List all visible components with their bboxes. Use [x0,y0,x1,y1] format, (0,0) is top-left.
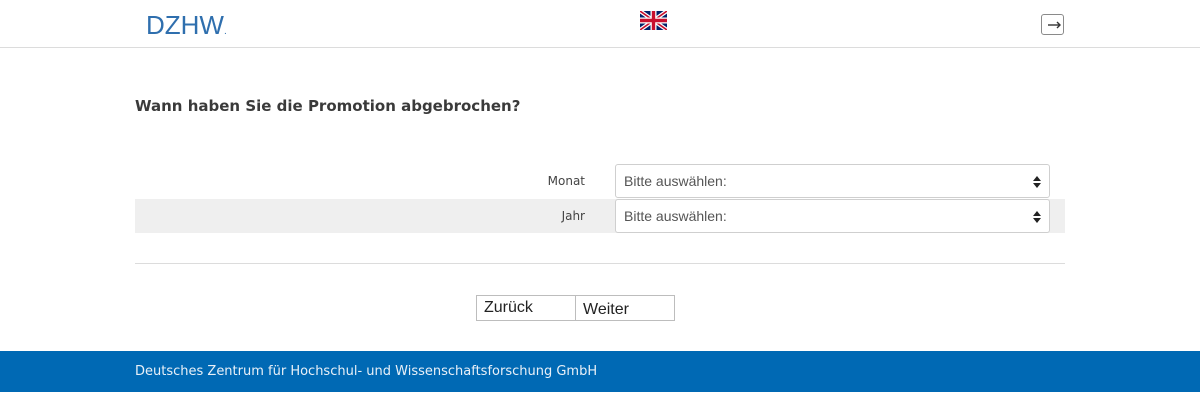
month-select-value: Bitte auswählen: [624,173,727,189]
next-button[interactable]: Weiter [575,295,675,321]
logo-dot: . [223,26,227,37]
year-row: Jahr Bitte auswählen: [135,199,1065,233]
year-label: Jahr [561,209,585,223]
logout-button[interactable] [1041,14,1064,35]
year-select[interactable]: Bitte auswählen: [615,199,1050,233]
year-select-value: Bitte auswählen: [624,208,727,224]
select-arrows-icon [1033,211,1041,223]
month-select[interactable]: Bitte auswählen: [615,164,1050,198]
question-text: Wann haben Sie die Promotion abgebrochen… [135,97,521,115]
logout-icon [1048,21,1061,29]
page-footer: Deutsches Zentrum für Hochschul- und Wis… [0,351,1200,392]
back-button[interactable]: Zurück [476,295,576,321]
month-row: Monat Bitte auswählen: [135,164,1065,198]
select-arrows-icon [1033,176,1041,188]
page-header: DZHW. [0,0,1200,48]
month-label: Monat [547,174,585,188]
logo-text: DZHW [146,10,224,40]
divider [135,263,1065,264]
dzhw-logo[interactable]: DZHW. [146,11,227,46]
footer-text: Deutsches Zentrum für Hochschul- und Wis… [135,364,598,379]
uk-flag-icon[interactable] [638,9,669,32]
